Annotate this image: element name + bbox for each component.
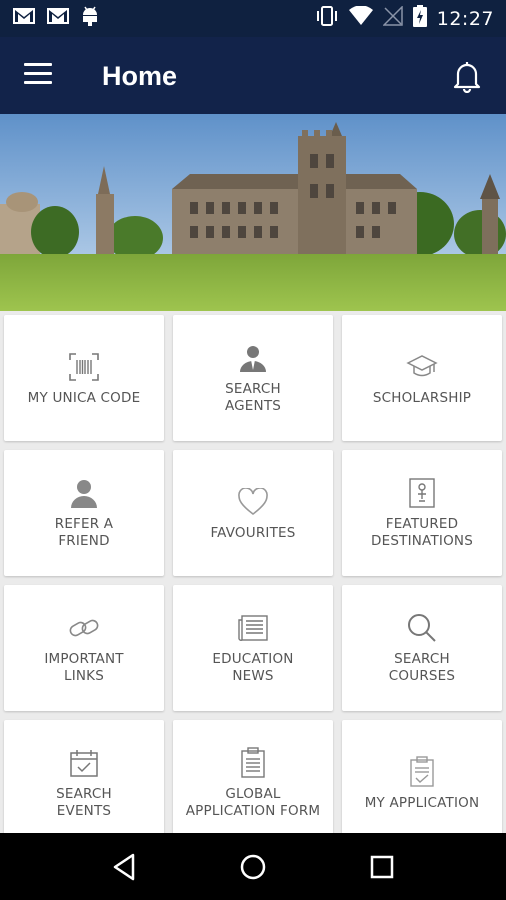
status-time: 12:27 bbox=[436, 7, 494, 30]
favourites-tile[interactable]: FAVOURITES bbox=[173, 450, 333, 576]
tile-label: SEARCH COURSES bbox=[388, 651, 456, 684]
back-icon[interactable] bbox=[106, 849, 142, 885]
important-links-tile[interactable]: IMPORTANT LINKS bbox=[4, 585, 164, 711]
scholarship-tile[interactable]: SCHOLARSHIP bbox=[342, 315, 502, 441]
app-bar: Home bbox=[0, 37, 506, 114]
page-title: Home bbox=[102, 61, 178, 91]
search-events-tile[interactable]: SEARCH EVENTS bbox=[4, 720, 164, 846]
global-application-form-tile[interactable]: GLOBAL APPLICATION FORM bbox=[173, 720, 333, 846]
tile-label: REFER A FRIEND bbox=[54, 516, 114, 549]
notification-bell-icon[interactable] bbox=[452, 59, 482, 94]
form-icon bbox=[236, 746, 270, 780]
calendar-check-icon bbox=[67, 746, 101, 780]
heart-icon bbox=[236, 485, 270, 519]
tile-label: GLOBAL APPLICATION FORM bbox=[185, 786, 321, 819]
search-courses-tile[interactable]: SEARCH COURSES bbox=[342, 585, 502, 711]
tile-label: IMPORTANT LINKS bbox=[44, 651, 124, 684]
battery-charging-icon bbox=[412, 5, 427, 32]
link-icon bbox=[67, 611, 101, 645]
tile-label: FEATURED DESTINATIONS bbox=[371, 516, 473, 549]
education-news-tile[interactable]: EDUCATION NEWS bbox=[173, 585, 333, 711]
menu-icon[interactable] bbox=[24, 63, 54, 87]
wifi-icon bbox=[348, 5, 373, 31]
agent-icon bbox=[236, 341, 270, 375]
featured-destinations-tile[interactable]: FEATURED DESTINATIONS bbox=[342, 450, 502, 576]
tile-label: SEARCH AGENTS bbox=[224, 381, 282, 414]
android-debug-icon bbox=[80, 5, 100, 32]
vibrate-icon bbox=[315, 5, 339, 32]
status-bar: 12:27 bbox=[0, 0, 506, 37]
tile-label: SEARCH EVENTS bbox=[56, 786, 112, 819]
hero-campus-image bbox=[0, 114, 506, 311]
tile-label: SCHOLARSHIP bbox=[372, 389, 472, 406]
clipboard-check-icon bbox=[405, 755, 439, 789]
tile-label: MY UNICA CODE bbox=[27, 389, 141, 406]
search-agents-tile[interactable]: SEARCH AGENTS bbox=[173, 315, 333, 441]
person-icon bbox=[67, 476, 101, 510]
my-unica-code-tile[interactable]: MY UNICA CODE bbox=[4, 315, 164, 441]
my-application-tile[interactable]: MY APPLICATION bbox=[342, 720, 502, 846]
tile-label: FAVOURITES bbox=[210, 524, 296, 541]
gmail-icon bbox=[12, 7, 36, 30]
search-icon bbox=[405, 611, 439, 645]
graduation-cap-icon bbox=[405, 350, 439, 384]
refer-a-friend-tile[interactable]: REFER A FRIEND bbox=[4, 450, 164, 576]
system-nav-bar bbox=[0, 833, 506, 900]
newspaper-icon bbox=[236, 611, 270, 645]
home-icon[interactable] bbox=[235, 849, 271, 885]
no-signal-icon bbox=[381, 5, 403, 31]
barcode-scan-icon bbox=[67, 350, 101, 384]
tile-label: MY APPLICATION bbox=[364, 794, 480, 811]
gmail-icon bbox=[46, 7, 70, 30]
tile-label: EDUCATION NEWS bbox=[212, 651, 294, 684]
home-menu-grid: MY UNICA CODE SEARCH AGENTS SCHOLARSHIP … bbox=[4, 315, 502, 846]
recents-icon[interactable] bbox=[364, 849, 400, 885]
destination-icon bbox=[405, 476, 439, 510]
